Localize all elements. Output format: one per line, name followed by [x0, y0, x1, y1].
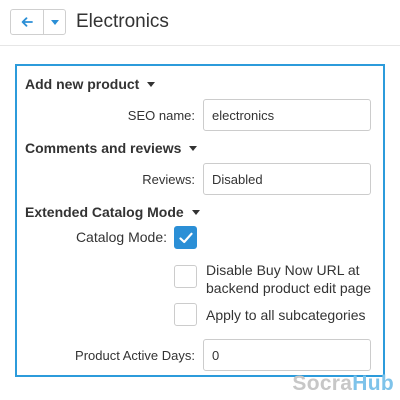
catalog-mode-label: Catalog Mode:	[75, 229, 167, 245]
watermark-part2: Hub	[352, 372, 394, 395]
section-toggle-extended-catalog-mode[interactable]: Extended Catalog Mode	[25, 204, 200, 220]
disable-buy-now-label-line2: backend product edit page	[206, 280, 372, 296]
seo-name-input[interactable]	[203, 99, 371, 131]
back-button[interactable]	[11, 10, 44, 34]
section-toggle-comments-reviews[interactable]: Comments and reviews	[25, 140, 198, 156]
seo-name-label: SEO name:	[127, 108, 195, 123]
disable-buy-now-label: Disable Buy Now URL at backend product e…	[206, 261, 371, 297]
navigation-dropdown-button[interactable]	[44, 10, 65, 34]
apply-subcategories-checkbox[interactable]	[174, 303, 197, 326]
disable-buy-now-checkbox[interactable]	[174, 265, 197, 288]
arrow-left-icon	[21, 17, 33, 27]
section-toggle-add-new-product[interactable]: Add new product	[25, 76, 156, 92]
addon-settings-panel: Add new product SEO name: Comments and r…	[15, 64, 385, 377]
section-title: Comments and reviews	[25, 140, 182, 156]
caret-down-icon	[191, 209, 200, 215]
product-active-days-input[interactable]	[203, 339, 371, 371]
checkmark-icon	[178, 232, 193, 243]
caret-down-icon	[147, 81, 156, 87]
product-active-days-label: Product Active Days:	[75, 348, 195, 363]
section-title: Add new product	[25, 76, 140, 92]
apply-subcategories-label: Apply to all subcategories	[206, 307, 366, 323]
top-bar: Electronics	[0, 0, 400, 46]
socrahub-watermark: SocraHub	[292, 372, 394, 396]
watermark-part1: Socra	[292, 372, 353, 395]
navigation-button-group	[10, 9, 66, 35]
disable-buy-now-label-line1: Disable Buy Now URL at	[206, 262, 360, 278]
catalog-mode-checkbox[interactable]	[174, 226, 197, 249]
section-title: Extended Catalog Mode	[25, 204, 184, 220]
page-title: Electronics	[76, 11, 169, 32]
reviews-label: Reviews:	[142, 172, 195, 187]
caret-down-icon	[50, 19, 59, 25]
caret-down-icon	[189, 145, 198, 151]
reviews-input[interactable]	[203, 163, 371, 195]
